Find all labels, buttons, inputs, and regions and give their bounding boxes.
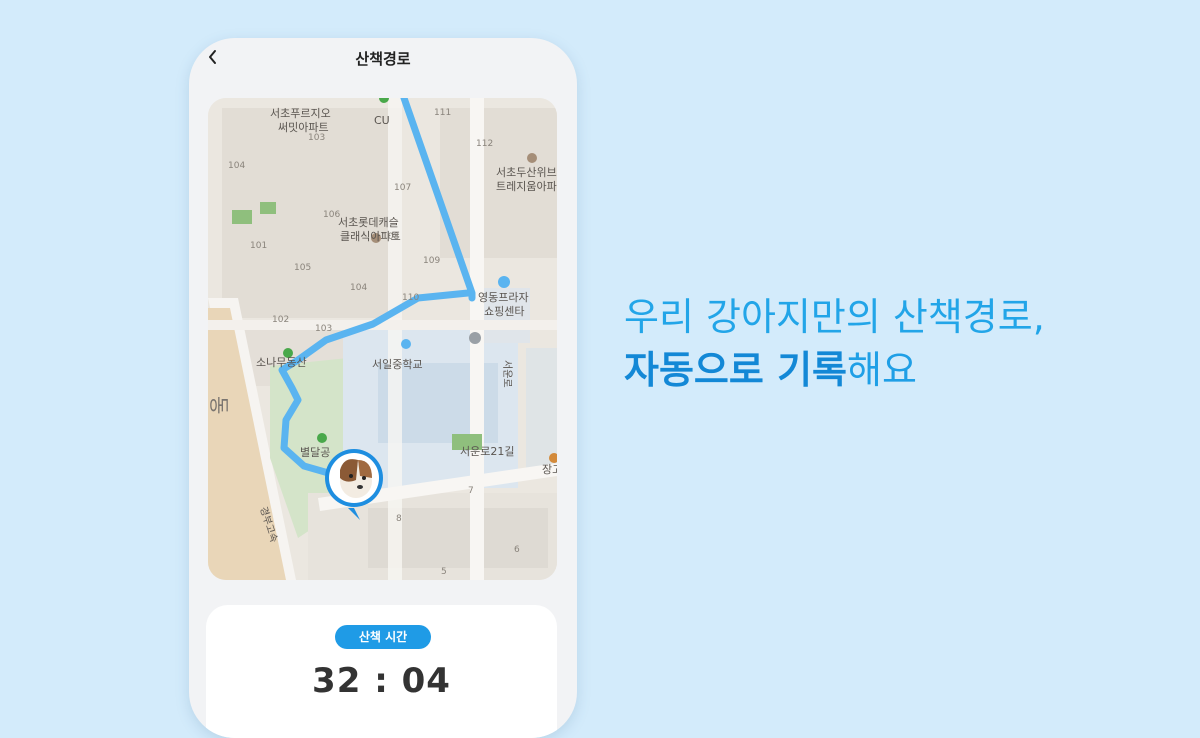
map-label: 8 [396, 514, 402, 524]
map-label: 쇼핑센타 [484, 305, 524, 318]
map-label: 112 [476, 139, 493, 149]
map-label: 103 [308, 133, 325, 143]
sports-court [260, 202, 276, 214]
map-label: 104 [228, 161, 245, 171]
map-label: 104 [350, 283, 367, 293]
app-header: 산책경로 [189, 38, 577, 80]
road [388, 98, 402, 580]
map-label: 108 [382, 232, 399, 242]
phone-frame: 산책경로 서초푸르지오 써밋아파트 CU 서초롯데캐슬 클래식아파트 서초두산위… [189, 38, 577, 738]
walk-stats-card: 산책 시간 32 : 04 [206, 605, 557, 738]
map-label: 동 [208, 396, 231, 414]
map-label: 서초푸르지오 [270, 107, 331, 120]
map-label: 영동프라자 [478, 291, 529, 304]
headline-line2: 자동으로 기록해요 [624, 342, 1045, 398]
map-label: 105 [294, 263, 311, 273]
headline-line1: 우리 강아지만의 산책경로, [624, 295, 1045, 339]
map-label: CU [374, 114, 390, 127]
promo-headline: 우리 강아지만의 산책경로, 자동으로 기록해요 [624, 292, 1045, 398]
map-label: 111 [434, 108, 451, 118]
map-label: 6 [514, 545, 520, 555]
map-label: 7 [468, 486, 474, 496]
map-label: 109 [423, 256, 440, 266]
page-title: 산책경로 [355, 50, 411, 68]
map-label: 서운로 [501, 360, 513, 388]
dog-avatar-icon [340, 459, 372, 498]
map-label: 서초두산위브 [496, 166, 557, 179]
map-label: 서운로21길 [460, 445, 514, 458]
building-block [526, 348, 557, 468]
map-label: 106 [323, 210, 340, 220]
headline-suffix: 해요 [847, 348, 917, 392]
map-label: 110 [402, 293, 419, 303]
map-label: 102 [272, 315, 289, 325]
walk-time-value: 32 : 04 [312, 661, 451, 701]
sports-court [232, 210, 252, 224]
map-label: 별달공 [300, 446, 330, 459]
map-label: 트레지움아파 [496, 180, 557, 193]
map-label: 107 [394, 183, 411, 193]
map-label: 서일중학교 [372, 357, 423, 371]
walk-time-badge: 산책 시간 [335, 625, 431, 649]
map-label: 101 [250, 241, 267, 251]
headline-emphasis: 자동으로 기록 [624, 348, 847, 392]
map-label: 103 [315, 324, 332, 334]
map-label: 장고 [542, 463, 557, 476]
map-label: 서초롯데캐슬 [338, 216, 399, 229]
route-map[interactable]: 서초푸르지오 써밋아파트 CU 서초롯데캐슬 클래식아파트 서초두산위브 트레지… [208, 98, 557, 580]
map-label: 5 [441, 567, 447, 577]
map-label: 소나무동산 [256, 356, 307, 369]
